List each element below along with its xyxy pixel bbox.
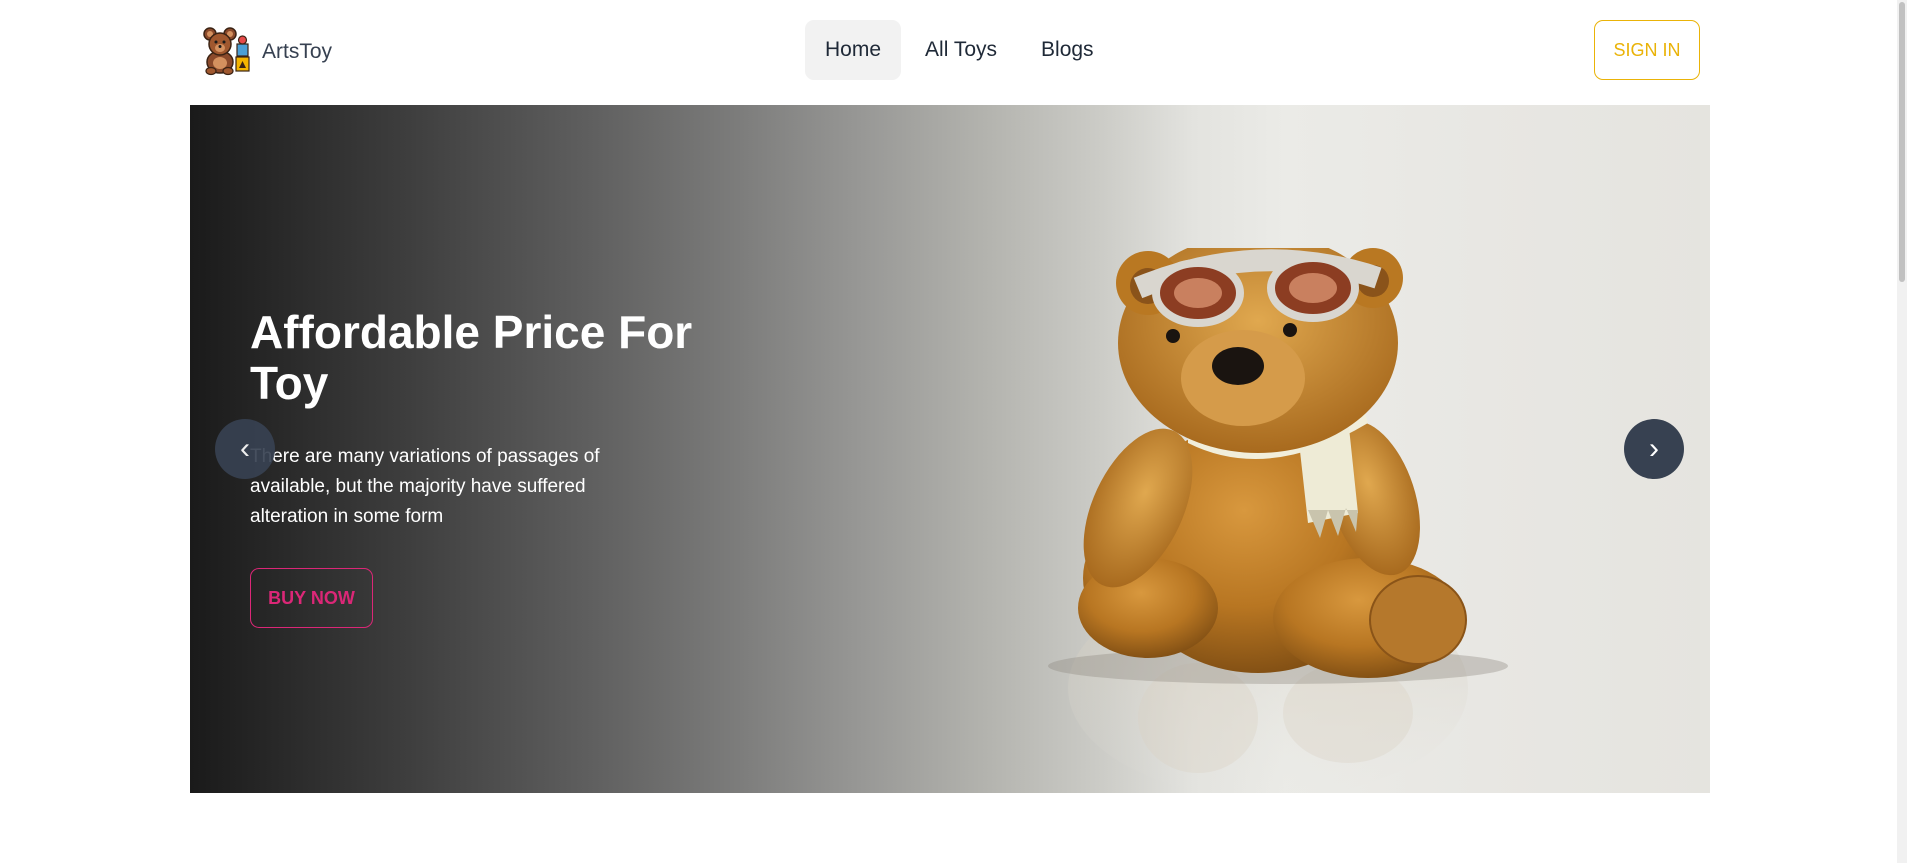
carousel-next-button[interactable]: ›: [1624, 419, 1684, 479]
hero-title: Affordable Price For Toy: [250, 306, 693, 409]
nav-item-all-toys[interactable]: All Toys: [905, 20, 1017, 80]
buy-now-button[interactable]: BUY NOW: [250, 568, 373, 628]
hero-description: There are many variations of passages of…: [250, 446, 600, 527]
scrollbar-thumb[interactable]: [1899, 2, 1905, 282]
navbar: ArtsToy Home All Toys Blogs SIGN IN: [190, 0, 1710, 104]
nav-item-blogs[interactable]: Blogs: [1021, 20, 1114, 80]
hero-content: Affordable Price For Toy There are many …: [250, 307, 720, 628]
main-nav: Home All Toys Blogs: [805, 20, 1114, 80]
brand-name: ArtsToy: [262, 40, 333, 63]
hero-carousel: Affordable Price For Toy There are many …: [190, 105, 1710, 793]
teddy-bear-image: [1048, 248, 1508, 793]
teddy-bear-logo-icon: [200, 24, 252, 81]
page: ArtsToy Home All Toys Blogs SIGN IN Affo…: [0, 0, 1907, 863]
chevron-left-icon: ‹: [240, 432, 250, 465]
nav-item-home[interactable]: Home: [805, 20, 902, 80]
page-scrollbar[interactable]: [1897, 0, 1907, 863]
carousel-prev-button[interactable]: ‹: [215, 419, 275, 479]
sign-in-button[interactable]: SIGN IN: [1594, 20, 1700, 80]
chevron-right-icon: ›: [1649, 432, 1659, 465]
brand-link[interactable]: ArtsToy: [200, 24, 332, 81]
